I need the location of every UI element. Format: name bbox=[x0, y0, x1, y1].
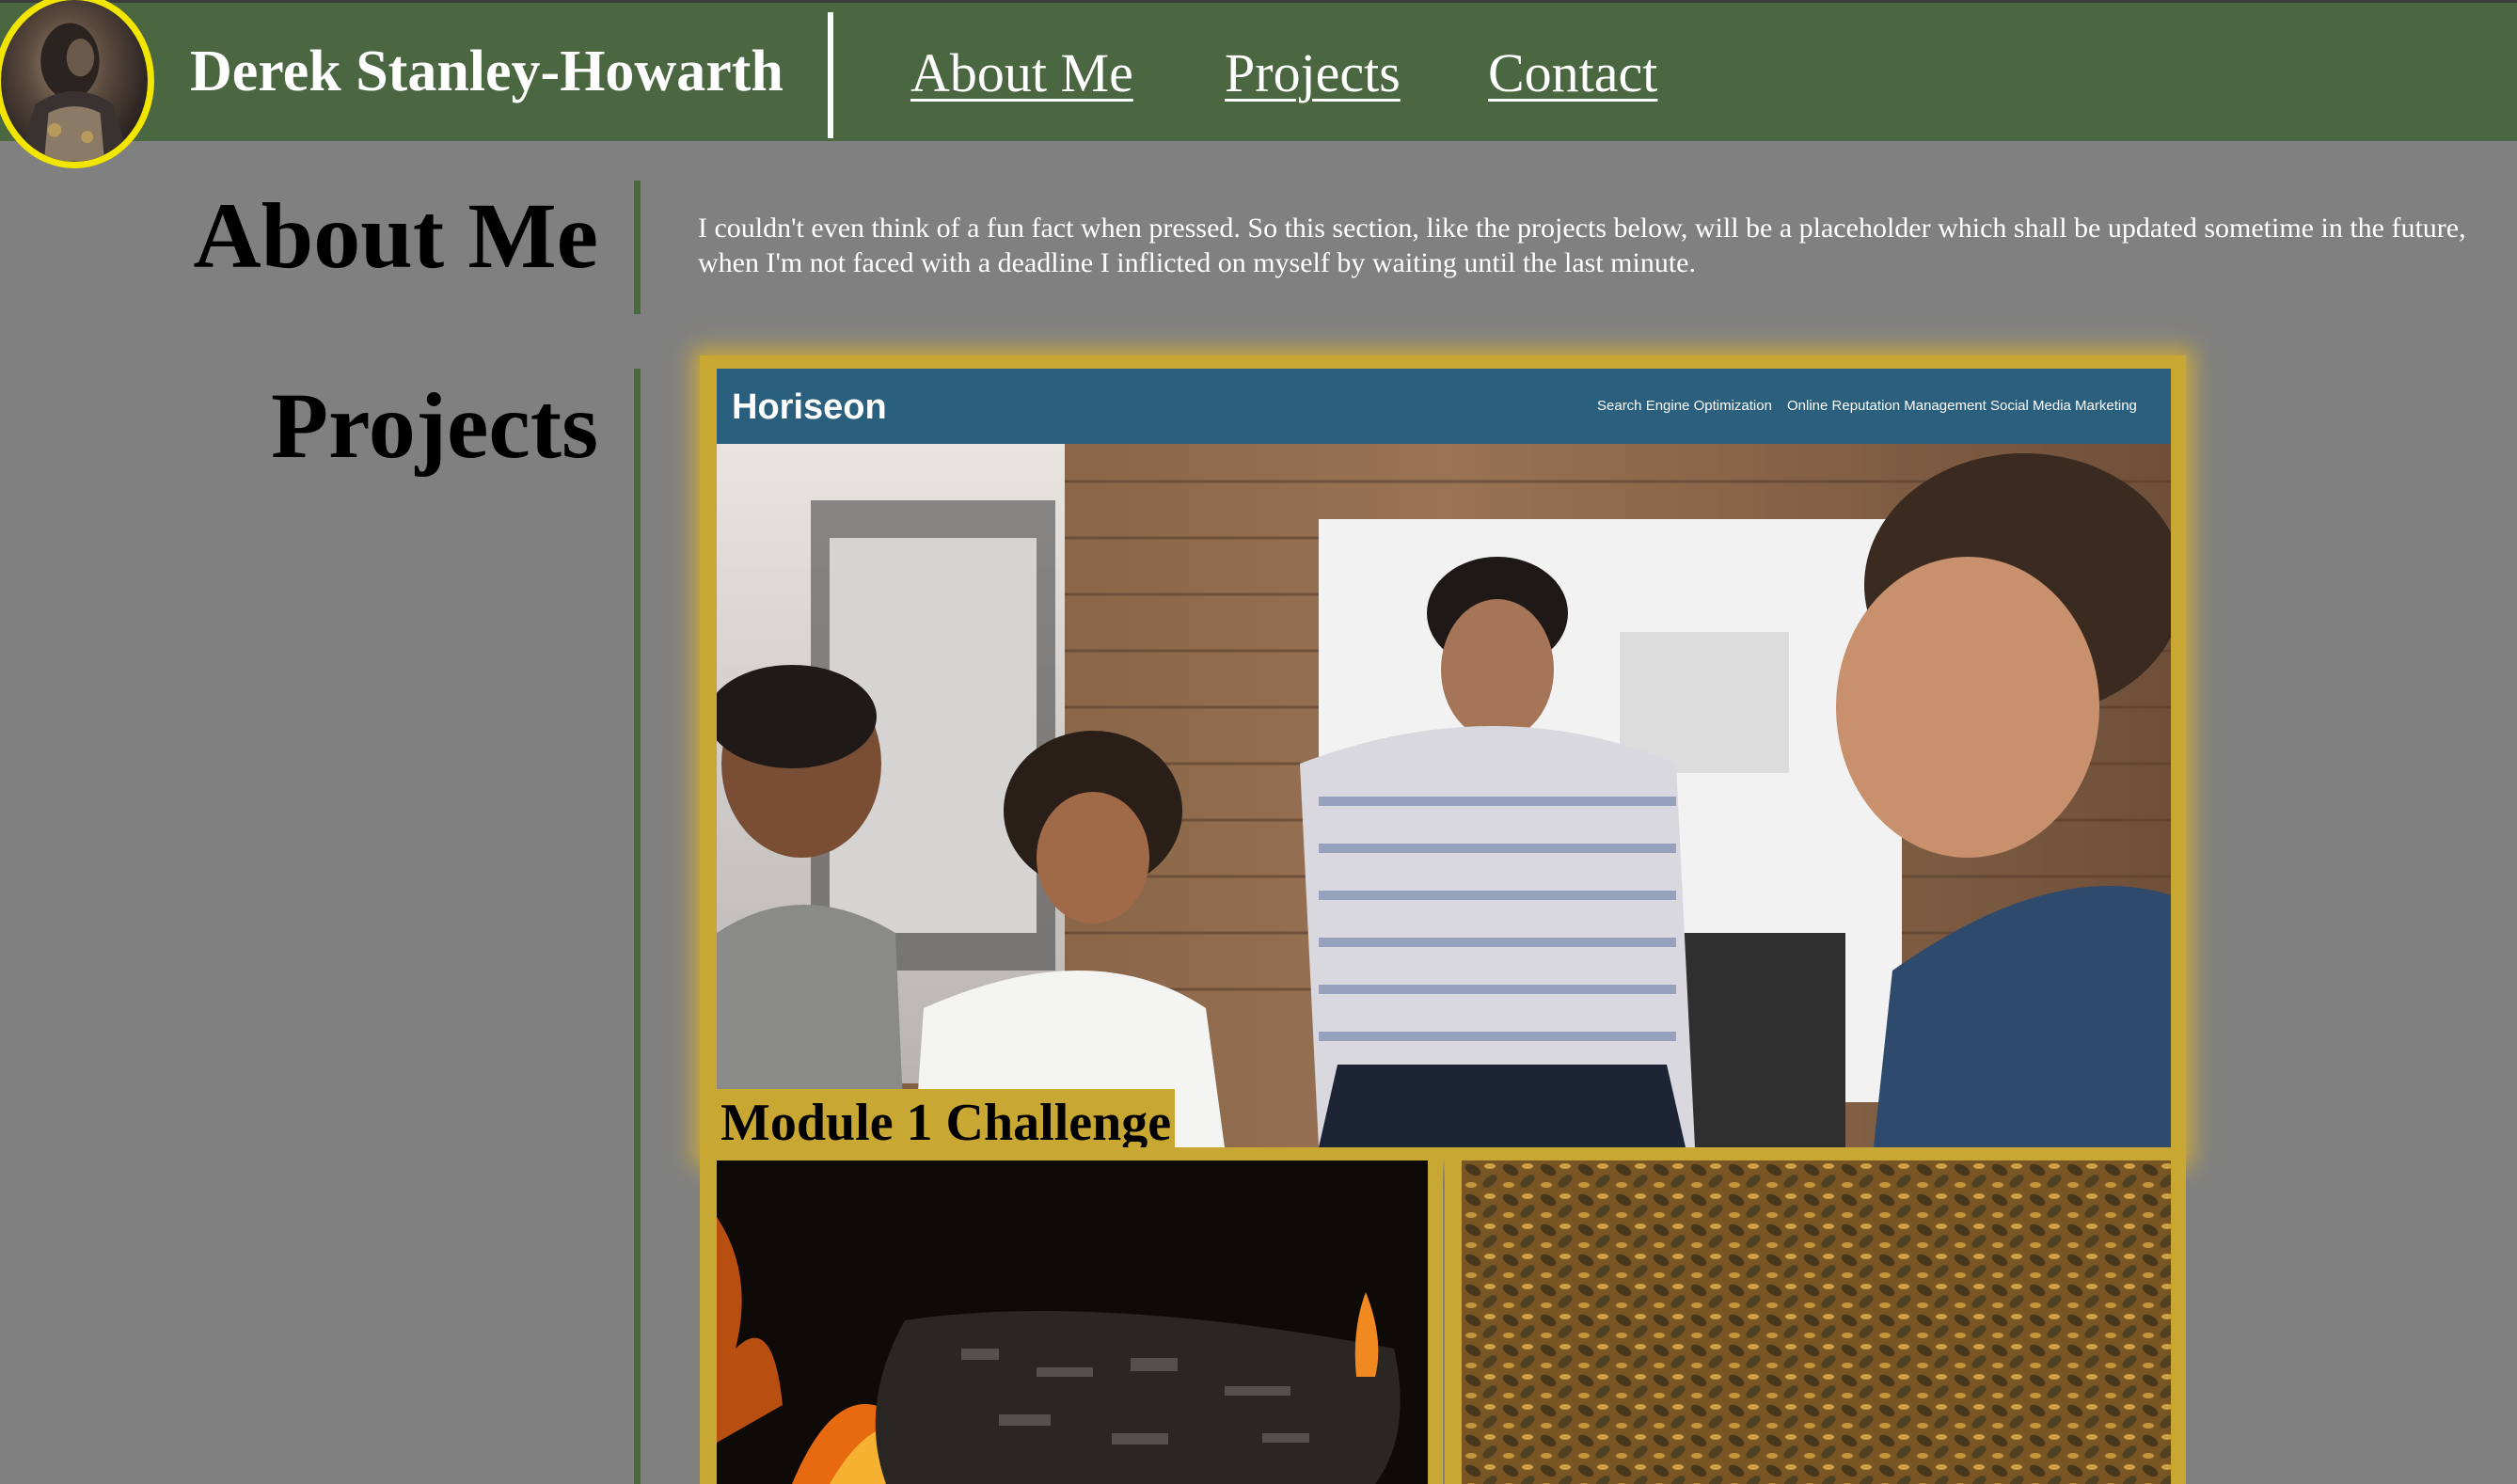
horiseon-nav-item: Social Media Marketing bbox=[1990, 398, 2137, 414]
site-name: Derek Stanley-Howarth bbox=[190, 39, 784, 103]
avatar bbox=[0, 0, 154, 168]
about-text: I couldn't even think of a fun fact when… bbox=[698, 213, 2466, 278]
header-divider bbox=[828, 12, 833, 138]
project-card-bees[interactable] bbox=[1445, 1151, 2186, 1484]
projects-divider bbox=[634, 369, 641, 1484]
fire-photo bbox=[717, 1160, 1428, 1484]
portrait-image bbox=[18, 23, 131, 162]
team-meeting-photo bbox=[717, 444, 2171, 1147]
project-screenshot: Horiseon Search Engine Optimization Onli… bbox=[717, 369, 2171, 1147]
horiseon-nav-item: Search Engine Optimization bbox=[1597, 398, 1772, 414]
site-header: Derek Stanley-Howarth About Me Projects … bbox=[0, 0, 2517, 168]
nav-link-projects[interactable]: Projects bbox=[1225, 40, 1401, 106]
project-card-module-1[interactable]: Horiseon Search Engine Optimization Onli… bbox=[700, 355, 2186, 1160]
projects-heading: Projects bbox=[271, 373, 598, 478]
bees-photo bbox=[1462, 1160, 2171, 1484]
horiseon-logo: Horiseon bbox=[732, 387, 887, 427]
horiseon-header: Horiseon Search Engine Optimization Onli… bbox=[717, 369, 2171, 444]
nav-link-contact[interactable]: Contact bbox=[1488, 40, 1657, 106]
horiseon-nav-item: Online Reputation Management bbox=[1787, 398, 1987, 414]
about-heading: About Me bbox=[193, 183, 598, 288]
about-divider bbox=[634, 181, 641, 314]
project-label: Module 1 Challenge bbox=[717, 1089, 1176, 1147]
nav-link-about-me[interactable]: About Me bbox=[910, 40, 1133, 106]
project-card-fire[interactable] bbox=[700, 1151, 1443, 1484]
